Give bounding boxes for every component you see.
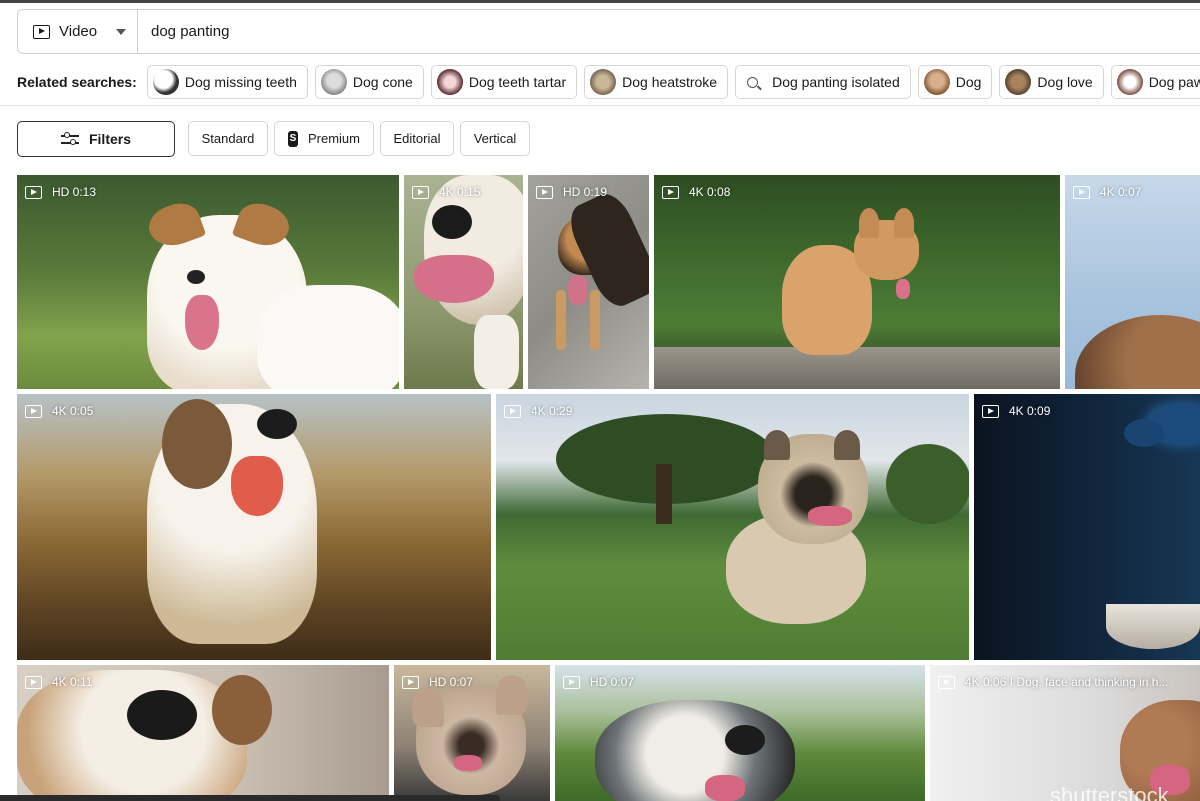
related-chip[interactable]: Dog cone — [314, 65, 424, 99]
video-icon — [504, 404, 521, 418]
video-badge: HD 0:19 — [536, 185, 607, 199]
video-icon — [662, 185, 679, 199]
filter-standard[interactable]: Standard — [188, 121, 268, 156]
related-chip[interactable]: Dog teeth tartar — [430, 65, 578, 99]
video-icon — [25, 185, 42, 199]
chip-thumbnail — [436, 69, 463, 95]
search-input[interactable] — [151, 23, 1051, 40]
video-badge: 4K 0:08 — [662, 185, 730, 199]
video-icon — [938, 675, 955, 689]
chevron-down-icon — [116, 28, 127, 35]
video-badge: HD 0:07 — [563, 675, 634, 689]
badge-text: 4K 0:11 — [52, 675, 93, 689]
video-icon — [25, 675, 42, 689]
watermark: shutterstock — [1050, 783, 1169, 801]
top-border — [0, 0, 1200, 3]
video-result[interactable]: HD 0:07 — [394, 665, 550, 801]
badge-text: 4K 0:15 — [439, 185, 481, 199]
badge-text: 4K 0:29 — [531, 404, 573, 418]
video-badge: HD 0:07 — [402, 675, 473, 689]
chip-thumbnail — [590, 69, 617, 95]
video-icon — [33, 24, 50, 39]
video-badge: 4K 0:29 — [504, 404, 572, 418]
filters-label: Filters — [88, 131, 131, 147]
video-result[interactable]: HD 0:19 — [528, 175, 649, 389]
badge-text: 4K 0:07 — [1100, 185, 1142, 199]
filter-premium[interactable]: S Premium — [274, 121, 374, 156]
video-icon — [402, 675, 419, 689]
video-result[interactable]: HD 0:07 — [555, 665, 925, 801]
video-badge: 4K 0:11 — [25, 675, 92, 689]
video-result[interactable]: 4K 0:11 — [17, 665, 389, 801]
video-result[interactable]: 4K 0:15 — [404, 175, 523, 389]
related-chip[interactable]: Dog — [917, 65, 993, 99]
video-result[interactable]: 4K 0:08 — [654, 175, 1060, 389]
video-icon — [536, 185, 553, 199]
search-bar: Video — [17, 9, 1200, 54]
chip-thumbnail — [923, 69, 950, 95]
chip-label: Dog — [955, 74, 982, 90]
search-icon — [747, 76, 759, 88]
chip-thumbnail — [152, 69, 179, 95]
chip-thumbnail — [1005, 69, 1032, 95]
related-chip[interactable]: Dog missing teeth — [146, 65, 308, 99]
filter-vertical[interactable]: Vertical — [460, 121, 530, 156]
divider — [0, 105, 1200, 106]
chip-thumbnail — [1116, 69, 1143, 95]
video-icon — [412, 185, 429, 199]
related-searches-label: Related searches: — [17, 74, 137, 90]
media-type-dropdown[interactable]: Video — [18, 10, 138, 53]
related-chip[interactable]: Dog love — [999, 65, 1104, 99]
badge-text: HD 0:13 — [52, 185, 97, 199]
sliders-icon — [60, 132, 79, 146]
filter-label: Vertical — [473, 131, 517, 146]
media-type-label: Video — [59, 23, 98, 40]
filters-button[interactable]: Filters — [17, 121, 175, 157]
video-icon — [1073, 185, 1090, 199]
video-icon — [563, 675, 580, 689]
video-result[interactable]: 4K 0:29 — [496, 394, 969, 660]
badge-text: HD 0:07 — [590, 675, 635, 689]
video-badge: 4K 0:05 — [25, 404, 93, 418]
video-icon — [982, 404, 999, 418]
video-badge: HD 0:13 — [25, 185, 96, 199]
chip-label: Dog love — [1037, 74, 1093, 90]
video-result[interactable]: HD 0:13 — [17, 175, 399, 389]
chip-label: Dog paws — [1148, 74, 1200, 90]
chip-label: Dog panting isolated — [772, 74, 900, 90]
badge-text: 4K 0:09 — [1009, 404, 1051, 418]
badge-text: HD 0:07 — [429, 675, 474, 689]
badge-text: 4K 0:06 I Dog, face and thinking in h... — [965, 675, 1169, 689]
video-result[interactable]: 4K 0:07 — [1065, 175, 1200, 389]
badge-text: 4K 0:05 — [52, 404, 94, 418]
status-bar — [0, 795, 500, 801]
video-result[interactable]: 4K 0:05 — [17, 394, 491, 660]
filter-label: Editorial — [393, 131, 441, 146]
badge-text: 4K 0:08 — [689, 185, 731, 199]
video-result[interactable]: 4K 0:09 — [974, 394, 1200, 660]
related-chip[interactable]: Dog paws — [1110, 65, 1200, 99]
video-result[interactable]: shutterstock 4K 0:06 I Dog, face and thi… — [930, 665, 1200, 801]
badge-text: HD 0:19 — [563, 185, 608, 199]
related-chip[interactable]: Dog heatstroke — [584, 65, 729, 99]
video-badge: 4K 0:06 I Dog, face and thinking in h... — [938, 675, 1168, 689]
video-badge: 4K 0:15 — [412, 185, 480, 199]
video-badge: 4K 0:07 — [1073, 185, 1141, 199]
filter-label: Premium — [307, 131, 360, 146]
chip-label: Dog teeth tartar — [468, 74, 567, 90]
chip-label: Dog cone — [352, 74, 413, 90]
video-icon — [25, 404, 42, 418]
chip-thumbnail — [320, 69, 347, 95]
video-badge: 4K 0:09 — [982, 404, 1050, 418]
chip-label: Dog missing teeth — [184, 74, 297, 90]
filter-editorial[interactable]: Editorial — [380, 121, 454, 156]
premium-icon: S — [288, 130, 298, 147]
filter-label: Standard — [201, 131, 255, 146]
related-searches: Related searches: Dog missing teeth Dog … — [17, 65, 1200, 99]
chip-label: Dog heatstroke — [622, 74, 718, 90]
related-chip[interactable]: Dog panting isolated — [735, 65, 911, 99]
